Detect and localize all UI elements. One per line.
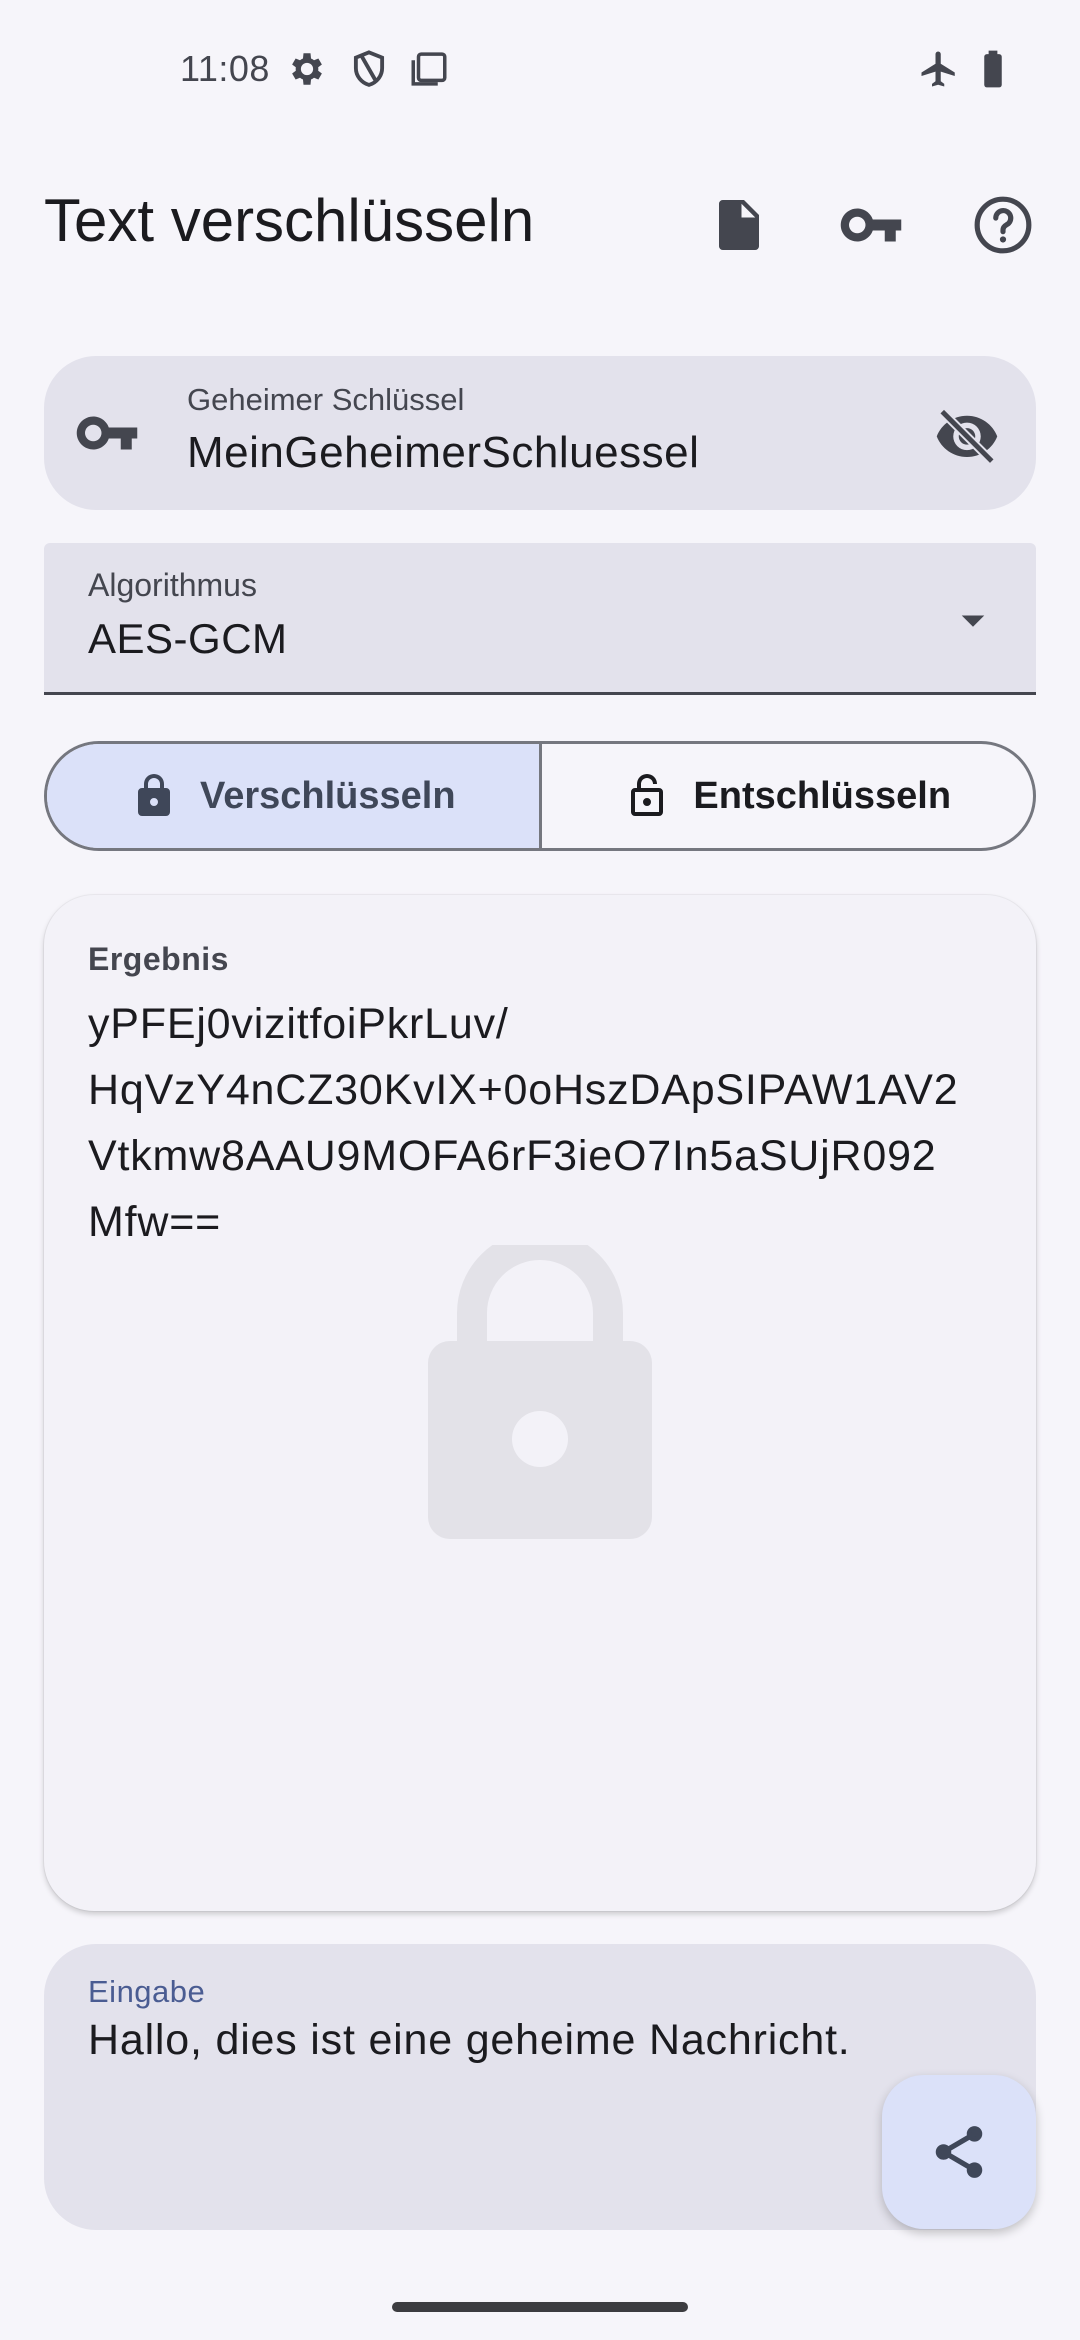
- result-text[interactable]: yPFEj0vizitfoiPkrLuv/ HqVzY4nCZ30KvIX+0o…: [88, 991, 1008, 1255]
- screenshot-icon: [411, 52, 447, 86]
- key-button[interactable]: [836, 190, 906, 260]
- input-label: Eingabe: [88, 1974, 206, 2009]
- toggle-visibility-button[interactable]: [934, 402, 1000, 468]
- status-time: 11:08: [180, 48, 270, 89]
- airplane-icon: [921, 51, 955, 87]
- lock-icon: [137, 774, 170, 816]
- secret-key-label: Geheimer Schlüssel: [187, 382, 465, 417]
- secret-key-field[interactable]: Geheimer Schlüssel MeinGeheimerSchluesse…: [44, 356, 1036, 510]
- share-button[interactable]: [882, 2075, 1036, 2229]
- result-card: Ergebnis yPFEj0vizitfoiPkrLuv/ HqVzY4nCZ…: [44, 895, 1036, 1911]
- file-icon: [719, 200, 759, 250]
- dropdown-arrow-icon: [961, 615, 985, 627]
- help-button[interactable]: [968, 190, 1038, 260]
- algorithm-dropdown[interactable]: Algorithmus AES-GCM: [44, 543, 1036, 695]
- page-title: Text verschlüsseln: [44, 187, 535, 254]
- file-button[interactable]: [704, 190, 774, 260]
- status-bar: 11:08: [0, 0, 1080, 130]
- algorithm-selected: AES-GCM: [88, 615, 288, 662]
- encrypt-button[interactable]: Verschlüsseln: [47, 744, 542, 848]
- gear-icon: [292, 53, 322, 85]
- visibility-off-icon: [936, 408, 998, 465]
- share-icon: [935, 2126, 983, 2178]
- lock-watermark-icon: [428, 1245, 652, 1539]
- decrypt-label: Entschlüsseln: [693, 774, 952, 817]
- home-indicator[interactable]: [392, 2302, 688, 2312]
- result-label: Ergebnis: [88, 941, 229, 977]
- battery-icon: [984, 50, 1002, 88]
- secret-key-input[interactable]: MeinGeheimerSchluessel: [187, 428, 699, 478]
- key-icon: [840, 208, 902, 242]
- help-icon: [974, 196, 1032, 254]
- encrypt-label: Verschlüsseln: [199, 774, 456, 817]
- shield-icon: [353, 50, 385, 87]
- input-text[interactable]: Hallo, dies ist eine geheime Nachricht.: [88, 2016, 851, 2065]
- key-icon: [76, 416, 138, 450]
- mode-toggle: Verschlüsseln Entschlüsseln: [44, 741, 1036, 851]
- decrypt-button[interactable]: Entschlüsseln: [542, 744, 1034, 848]
- algorithm-label: Algorithmus: [88, 567, 257, 603]
- lock-open-icon: [631, 774, 664, 816]
